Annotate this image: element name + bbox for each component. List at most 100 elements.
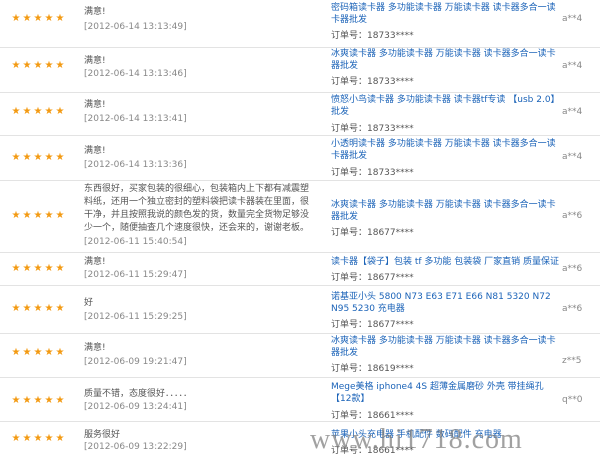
reviewer-name: a**6: [562, 264, 583, 274]
star-icon: ★: [11, 60, 21, 71]
star-icon: ★: [55, 433, 65, 444]
star-icon: ★: [33, 395, 43, 406]
review-row: ★ ★ ★ ★ ★ 满意! [2012-06-14 13:13:41] 愤怒小鸟读卡器 …: [0, 93, 600, 136]
star-icon: ★: [55, 60, 65, 71]
star-icon: ★: [33, 152, 43, 163]
star-icon: ★: [33, 106, 43, 117]
review-row: ★ ★ ★ ★ ★ 满意! [2012-06-14 13:13:46] 冰爽读卡器 多功…: [0, 48, 600, 93]
star-icon: ★: [22, 106, 32, 117]
star-rating: ★ ★ ★ ★ ★: [11, 107, 65, 117]
star-rating: ★ ★ ★ ★ ★: [11, 264, 65, 274]
star-rating: ★ ★ ★ ★ ★: [11, 434, 65, 444]
star-icon: ★: [11, 152, 21, 163]
product-link[interactable]: 愤怒小鸟读卡器 多功能读卡器 读卡器tf专读 【usb 2.0】批发: [331, 94, 557, 118]
order-number: 订单号：18661****: [331, 411, 414, 421]
star-icon: ★: [44, 152, 54, 163]
order-number: 订单号：18677****: [331, 320, 414, 330]
review-date: [2012-06-11 15:40:54]: [84, 237, 187, 247]
star-icon: ★: [44, 303, 54, 314]
review-date: [2012-06-11 15:29:47]: [84, 270, 187, 280]
star-rating: ★ ★ ★ ★ ★: [11, 211, 65, 221]
star-icon: ★: [33, 13, 43, 24]
reviewer-name: a**4: [562, 152, 583, 162]
review-comment: 满意!: [84, 56, 106, 66]
review-comment: 满意!: [84, 257, 106, 267]
star-rating: ★ ★ ★ ★ ★: [11, 348, 65, 358]
star-icon: ★: [55, 303, 65, 314]
order-number: 订单号：18733****: [331, 31, 414, 41]
reviewer-name: z**5: [562, 356, 582, 366]
star-icon: ★: [55, 347, 65, 358]
star-icon: ★: [22, 433, 32, 444]
product-link[interactable]: 冰爽读卡器 多功能读卡器 万能读卡器 读卡器多合一读卡器批发: [331, 48, 557, 72]
review-date: [2012-06-09 13:22:29]: [84, 442, 187, 452]
star-icon: ★: [44, 395, 54, 406]
star-icon: ★: [33, 60, 43, 71]
review-comment: 好: [84, 298, 94, 308]
star-icon: ★: [11, 263, 21, 274]
product-link[interactable]: 冰爽读卡器 多功能读卡器 万能读卡器 读卡器多合一读卡器批发: [331, 335, 557, 359]
star-icon: ★: [22, 60, 32, 71]
order-number: 订单号：18619****: [331, 364, 414, 374]
reviewer-name: a**6: [562, 211, 583, 221]
reviewer-name: q**0: [562, 395, 583, 405]
reviewer-name: a**4: [562, 107, 583, 117]
star-rating: ★ ★ ★ ★ ★: [11, 396, 65, 406]
star-icon: ★: [55, 395, 65, 406]
order-number: 订单号：18733****: [331, 77, 414, 87]
review-comment: 满意!: [84, 146, 106, 156]
product-link[interactable]: Mege美格 iphone4 4S 超薄金属磨砂 外壳 带挂绳孔 【12款】: [331, 381, 557, 405]
review-comment: 东西很好，买家包装的很细心，包装箱内上下都有减震塑料纸，还用一个独立密封的塑料袋…: [84, 184, 310, 233]
star-rating: ★ ★ ★ ★ ★: [11, 14, 65, 24]
star-icon: ★: [33, 210, 43, 221]
review-row: ★ ★ ★ ★ ★ 满意! [2012-06-14 13:13:36] 小透明读卡器 多…: [0, 136, 600, 181]
product-link[interactable]: 小透明读卡器 多功能读卡器 万能读卡器 读卡器多合一读卡器批发: [331, 138, 557, 162]
product-link[interactable]: 冰爽读卡器 多功能读卡器 万能读卡器 读卡器多合一读卡器批发: [331, 199, 557, 223]
review-row: ★ ★ ★ ★ ★ 满意! [2012-06-09 19:21:47] 冰爽读卡器 多功…: [0, 334, 600, 378]
star-icon: ★: [44, 263, 54, 274]
star-icon: ★: [55, 263, 65, 274]
order-number: 订单号：18677****: [331, 273, 414, 283]
review-date: [2012-06-11 15:29:25]: [84, 312, 187, 322]
review-comment: 满意!: [84, 100, 106, 110]
review-comment: 满意!: [84, 343, 106, 353]
star-icon: ★: [22, 347, 32, 358]
star-icon: ★: [44, 433, 54, 444]
review-date: [2012-06-14 13:13:46]: [84, 69, 187, 79]
star-icon: ★: [22, 303, 32, 314]
product-link[interactable]: 密码箱读卡器 多功能读卡器 万能读卡器 读卡器多合一读卡器批发: [331, 2, 557, 26]
star-icon: ★: [44, 106, 54, 117]
reviewer-name: a**4: [562, 14, 583, 24]
product-link[interactable]: 诺基亚小头 5800 N73 E63 E71 E66 N81 5320 N72 …: [331, 291, 557, 315]
star-icon: ★: [55, 13, 65, 24]
star-rating: ★ ★ ★ ★ ★: [11, 61, 65, 71]
star-icon: ★: [55, 152, 65, 163]
star-icon: ★: [11, 303, 21, 314]
product-link[interactable]: 读卡器【袋子】包装 tf 多功能 包装袋 厂家直销 质量保证: [331, 256, 559, 268]
review-date: [2012-06-09 13:24:41]: [84, 402, 187, 412]
order-number: 订单号：18733****: [331, 124, 414, 134]
star-icon: ★: [22, 152, 32, 163]
star-rating: ★ ★ ★ ★ ★: [11, 304, 65, 314]
review-row: ★ ★ ★ ★ ★ 满意! [2012-06-11 15:29:47] 读卡器【袋子】包…: [0, 253, 600, 286]
star-icon: ★: [11, 13, 21, 24]
star-icon: ★: [11, 395, 21, 406]
order-number: 订单号：18677****: [331, 228, 414, 238]
order-number: 订单号：18733****: [331, 168, 414, 178]
star-icon: ★: [44, 347, 54, 358]
star-icon: ★: [11, 347, 21, 358]
review-comment: 服务很好: [84, 430, 121, 440]
star-icon: ★: [44, 60, 54, 71]
review-row: ★ ★ ★ ★ ★ 质量不错，态度很好．．．．． [2012-06-09 13:24:4…: [0, 378, 600, 422]
star-icon: ★: [22, 13, 32, 24]
review-date: [2012-06-09 19:21:47]: [84, 357, 187, 367]
star-rating: ★ ★ ★ ★ ★: [11, 153, 65, 163]
star-icon: ★: [44, 13, 54, 24]
star-icon: ★: [33, 433, 43, 444]
review-comment: 满意!: [84, 7, 106, 17]
review-row: ★ ★ ★ ★ ★ 满意! [2012-06-14 13:13:49] 密码箱读卡器 多…: [0, 0, 600, 48]
star-icon: ★: [33, 263, 43, 274]
star-icon: ★: [44, 210, 54, 221]
review-date: [2012-06-14 13:13:49]: [84, 22, 187, 32]
star-icon: ★: [11, 210, 21, 221]
